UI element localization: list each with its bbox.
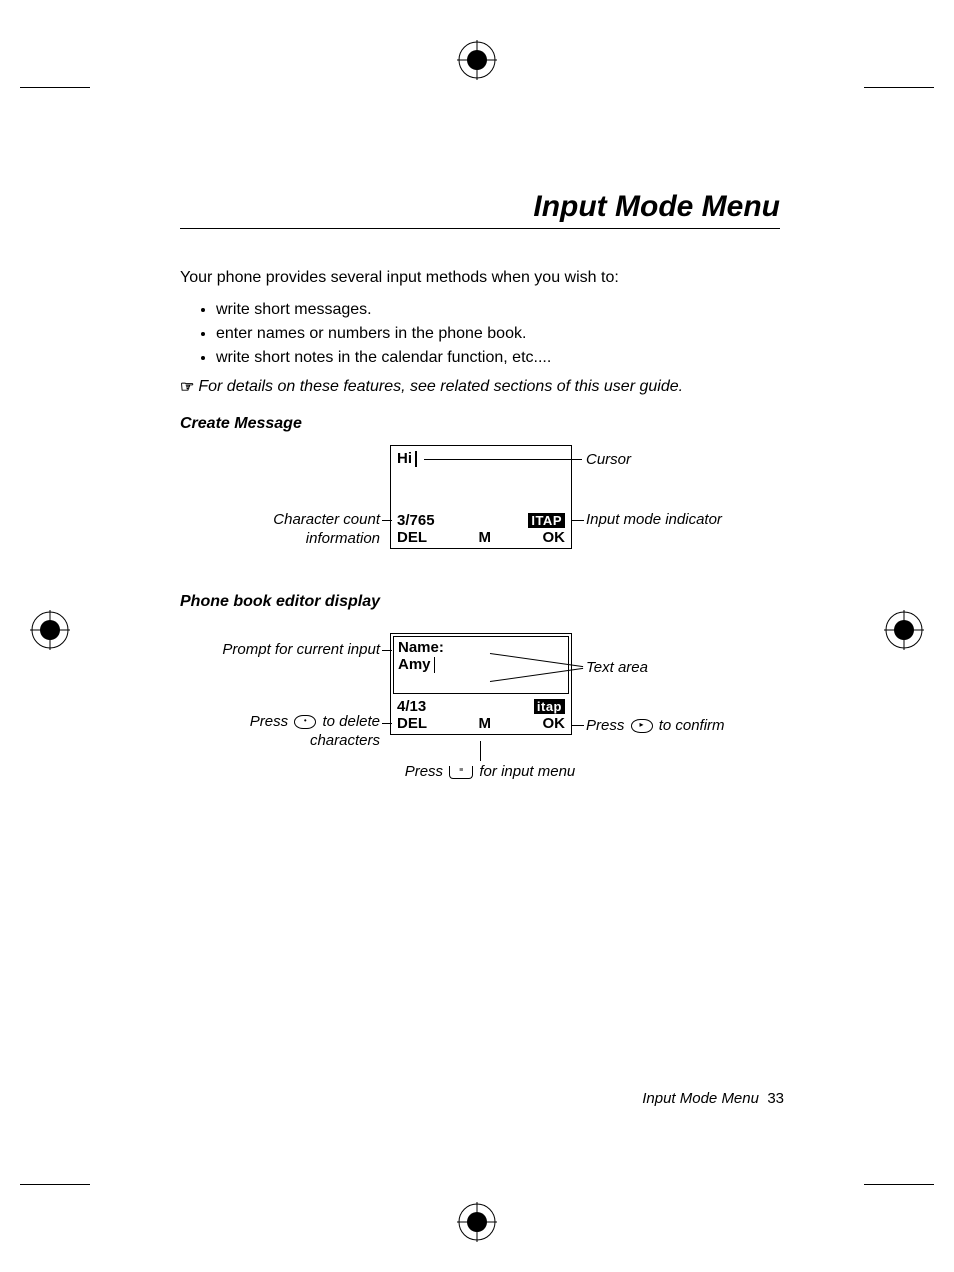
footer-label: Input Mode Menu xyxy=(642,1090,759,1107)
softkey-mid: M xyxy=(479,529,492,546)
page-title: Input Mode Menu xyxy=(180,190,780,229)
note-body: For details on these features, see relat… xyxy=(198,378,683,395)
callout-line xyxy=(572,725,584,726)
registration-mark-icon xyxy=(457,1202,497,1242)
softkey-mid: M xyxy=(479,715,492,732)
callout-mode: Input mode indicator xyxy=(586,511,722,530)
callout-line xyxy=(382,723,392,724)
page-footer: Input Mode Menu 33 xyxy=(642,1090,784,1107)
cursor-icon xyxy=(415,451,417,467)
right-softkey-icon: ▸ xyxy=(631,719,653,733)
text-area-box: Name: Amy xyxy=(393,636,569,694)
softkey-right: OK xyxy=(543,715,566,732)
create-message-diagram: Hi 3/765 ITAP DEL M OK Cursor Character … xyxy=(180,445,780,575)
callout-prompt: Prompt for current input xyxy=(200,641,380,660)
list-item: write short notes in the calendar functi… xyxy=(216,349,780,367)
input-mode-badge: itap xyxy=(534,699,565,714)
entry-text: Amy xyxy=(398,656,431,673)
callout-cursor: Cursor xyxy=(586,451,631,470)
left-softkey-icon: • xyxy=(294,715,316,729)
callout-line xyxy=(382,520,392,521)
callout-delete: Press • to delete characters xyxy=(230,713,380,751)
crop-mark xyxy=(864,87,934,88)
registration-mark-icon xyxy=(30,610,70,650)
intro-text: Your phone provides several input method… xyxy=(180,269,780,287)
phone-screen: Hi 3/765 ITAP DEL M OK xyxy=(390,445,572,549)
footer-page-number: 33 xyxy=(767,1090,784,1107)
callout-menu: Press ≡ for input menu xyxy=(390,763,590,782)
menu-key-icon: ≡ xyxy=(449,766,473,779)
phonebook-diagram: Name: Amy 4/13 itap DEL M OK Prompt for … xyxy=(180,623,780,803)
crop-mark xyxy=(20,1184,90,1185)
softkey-right: OK xyxy=(543,529,566,546)
section-heading-create: Create Message xyxy=(180,415,780,433)
list-item: write short messages. xyxy=(216,301,780,319)
softkey-left: DEL xyxy=(397,529,427,546)
registration-mark-icon xyxy=(457,40,497,80)
pointing-hand-icon: ☞ xyxy=(180,377,194,397)
callout-charcount: information xyxy=(240,530,380,549)
callout-confirm: Press ▸ to confirm xyxy=(586,717,725,736)
callout-line xyxy=(572,520,584,521)
softkey-left: DEL xyxy=(397,715,427,732)
callout-charcount: Character count xyxy=(240,511,380,530)
crop-mark xyxy=(864,1184,934,1185)
note-text: ☞For details on these features, see rela… xyxy=(180,377,780,397)
registration-mark-icon xyxy=(884,610,924,650)
phone-screen: Name: Amy 4/13 itap DEL M OK xyxy=(390,633,572,735)
callout-line xyxy=(480,741,481,761)
list-item: enter names or numbers in the phone book… xyxy=(216,325,780,343)
message-text: Hi xyxy=(397,450,412,467)
section-heading-phonebook: Phone book editor display xyxy=(180,593,780,611)
crop-mark xyxy=(20,87,90,88)
callout-line xyxy=(382,650,392,651)
callout-textarea: Text area xyxy=(586,659,648,678)
prompt-label: Name: xyxy=(398,639,564,656)
input-mode-badge: ITAP xyxy=(528,513,565,528)
bullet-list: write short messages. enter names or num… xyxy=(216,301,780,367)
cursor-icon xyxy=(434,657,436,673)
callout-line xyxy=(424,459,582,460)
char-count: 3/765 xyxy=(397,512,435,529)
char-count: 4/13 xyxy=(397,698,426,715)
